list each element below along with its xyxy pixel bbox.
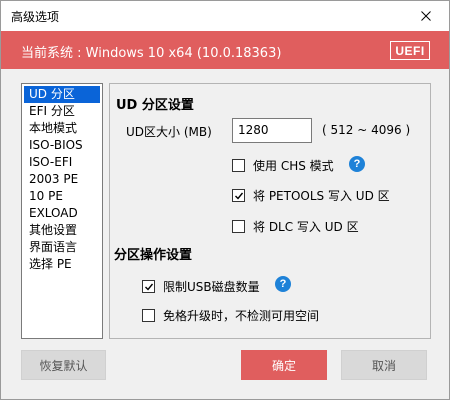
settings-category-list[interactable]: UD 分区 EFI 分区 本地模式 ISO-BIOS ISO-EFI 2003 … <box>21 83 103 339</box>
chs-mode-checkbox-row[interactable]: 使用 CHS 模式 <box>232 157 334 174</box>
petools-checkbox-row[interactable]: 将 PETOOLS 写入 UD 区 <box>232 187 390 204</box>
checkmark-icon <box>234 192 243 200</box>
close-icon <box>421 11 431 21</box>
chs-mode-checkbox[interactable] <box>232 159 245 172</box>
skip-check-checkbox[interactable] <box>142 309 155 322</box>
ud-settings-title: UD 分区设置 <box>116 98 194 113</box>
advanced-options-window: 高级选项 当前系统 : Windows 10 x64 (10.0.18363) … <box>0 0 450 400</box>
limit-usb-label: 限制USB磁盘数量 <box>163 280 260 294</box>
sidebar-item-interface-language[interactable]: 界面语言 <box>24 239 100 256</box>
dlc-checkbox[interactable] <box>232 220 245 233</box>
dlc-checkbox-row[interactable]: 将 DLC 写入 UD 区 <box>232 218 359 235</box>
limit-usb-checkbox[interactable] <box>142 280 155 293</box>
dlc-label: 将 DLC 写入 UD 区 <box>253 220 359 234</box>
petools-label: 将 PETOOLS 写入 UD 区 <box>253 189 390 203</box>
skip-check-label: 免格升级时，不检测可用空间 <box>163 309 320 323</box>
sidebar-item-iso-efi[interactable]: ISO-EFI <box>24 154 100 171</box>
sidebar-item-2003-pe[interactable]: 2003 PE <box>24 171 100 188</box>
uefi-badge: UEFI <box>390 41 430 60</box>
ud-size-range: ( 512 ~ 4096 ) <box>322 123 411 137</box>
sidebar-item-10-pe[interactable]: 10 PE <box>24 188 100 205</box>
sidebar-item-ud-partition[interactable]: UD 分区 <box>24 86 100 103</box>
limit-usb-checkbox-row[interactable]: 限制USB磁盘数量 <box>142 278 260 295</box>
limit-usb-help-icon[interactable]: ? <box>275 276 291 292</box>
sidebar-item-iso-bios[interactable]: ISO-BIOS <box>24 137 100 154</box>
sidebar-item-select-pe[interactable]: 选择 PE <box>24 256 100 273</box>
cancel-button[interactable]: 取消 <box>341 350 427 380</box>
settings-panel: UD 分区设置 UD区大小 (MB) 1280 ( 512 ~ 4096 ) 使… <box>109 83 431 339</box>
current-system-text: 当前系统 : Windows 10 x64 (10.0.18363) <box>21 46 282 61</box>
partition-ops-title: 分区操作设置 <box>114 248 193 263</box>
restore-defaults-button[interactable]: 恢复默认 <box>21 350 106 380</box>
sidebar-item-exload[interactable]: EXLOAD <box>24 205 100 222</box>
system-info-header: 当前系统 : Windows 10 x64 (10.0.18363) UEFI <box>1 31 449 69</box>
sidebar-item-local-mode[interactable]: 本地模式 <box>24 120 100 137</box>
sidebar-item-efi-partition[interactable]: EFI 分区 <box>24 103 100 120</box>
checkmark-icon <box>144 283 153 291</box>
petools-checkbox[interactable] <box>232 189 245 202</box>
title-bar: 高级选项 <box>1 1 449 31</box>
ud-size-input[interactable]: 1280 <box>232 118 312 143</box>
chs-mode-label: 使用 CHS 模式 <box>253 159 334 173</box>
ud-size-label: UD区大小 (MB) <box>126 125 212 139</box>
sidebar-item-other-settings[interactable]: 其他设置 <box>24 222 100 239</box>
skip-check-checkbox-row[interactable]: 免格升级时，不检测可用空间 <box>142 307 319 324</box>
window-title: 高级选项 <box>11 10 60 24</box>
ok-button[interactable]: 确定 <box>241 350 327 380</box>
chs-help-icon[interactable]: ? <box>349 156 365 172</box>
close-button[interactable] <box>403 1 449 31</box>
